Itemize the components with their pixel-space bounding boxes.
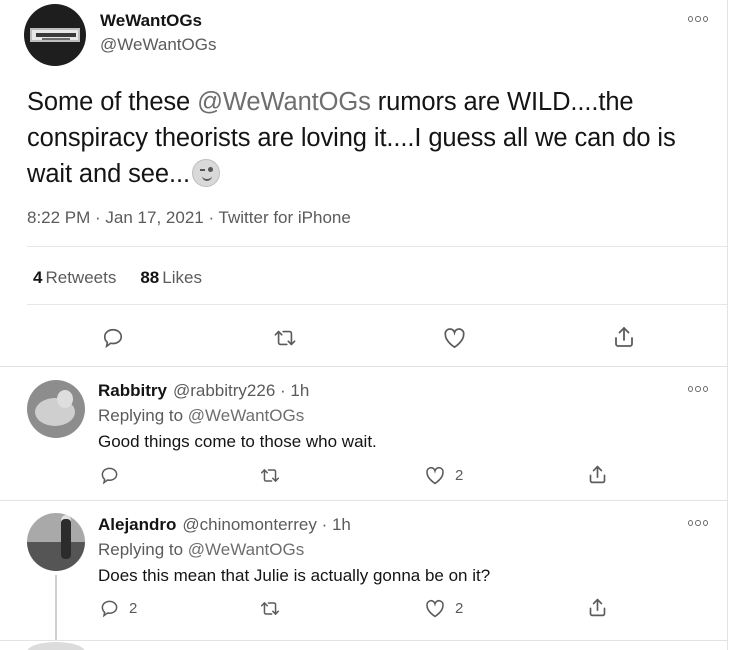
retweet-icon <box>260 602 280 615</box>
winking-face-icon <box>191 159 220 187</box>
author-handle[interactable]: @chinomonterrey <box>182 515 316 534</box>
likes-stat[interactable]: 88 Likes <box>140 268 202 288</box>
mention-link[interactable]: @WeWantOGs <box>188 540 304 559</box>
retweet-button[interactable] <box>259 599 281 618</box>
logo-icon <box>30 28 80 42</box>
divider <box>0 640 727 641</box>
divider <box>27 246 727 247</box>
tweet-timestamp[interactable]: 8:22 PM · Jan 17, 2021 <box>27 208 204 227</box>
reply-icon <box>103 328 123 349</box>
divider <box>0 366 727 367</box>
heart-icon <box>444 328 465 349</box>
share-icon <box>615 327 633 347</box>
reply-icon <box>101 600 118 618</box>
reply-time[interactable]: · 1h <box>280 381 309 400</box>
retweets-count: 4 <box>33 268 43 287</box>
retweets-stat[interactable]: 4 Retweets <box>33 268 116 288</box>
replying-to: Replying to @WeWantOGs <box>98 540 304 560</box>
reply-time[interactable]: · 1h <box>322 515 351 534</box>
replying-prefix: Replying to <box>98 406 188 425</box>
share-button[interactable] <box>587 597 608 618</box>
heart-icon <box>426 466 444 485</box>
like-count: 2 <box>455 467 464 484</box>
author-handle[interactable]: @rabbitry226 <box>173 381 275 400</box>
reply-button[interactable] <box>100 466 129 485</box>
heart-icon <box>426 599 444 618</box>
replying-prefix: Replying to <box>98 540 188 559</box>
author-name[interactable]: WeWantOGs <box>100 11 202 31</box>
reply-count: 2 <box>129 600 138 617</box>
divider <box>0 500 727 501</box>
author-name[interactable]: Rabbitry <box>98 381 167 400</box>
likes-count: 88 <box>140 268 160 287</box>
avatar[interactable] <box>24 4 86 66</box>
avatar[interactable] <box>27 513 85 571</box>
reply-header: Rabbitry @rabbitry226 · 1h <box>98 381 309 401</box>
like-count: 2 <box>455 600 464 617</box>
more-options-icon[interactable] <box>688 16 708 24</box>
author-name[interactable]: Alejandro <box>98 515 176 534</box>
reply-header: Alejandro @chinomonterrey · 1h <box>98 515 351 535</box>
author-handle[interactable]: @WeWantOGs <box>100 35 216 55</box>
engagement-stats: 4 Retweets 88 Likes <box>33 268 202 288</box>
share-icon <box>589 598 606 617</box>
mention-link[interactable]: @WeWantOGs <box>197 88 371 116</box>
divider <box>27 304 727 305</box>
retweet-icon <box>274 330 296 346</box>
reply-button[interactable]: 2 <box>100 599 137 618</box>
thread-connector <box>55 575 57 640</box>
retweet-icon <box>260 469 280 482</box>
like-button[interactable]: 2 <box>425 599 463 618</box>
share-icon <box>589 465 606 484</box>
share-button[interactable] <box>587 464 608 485</box>
mention-link[interactable]: @WeWantOGs <box>188 406 304 425</box>
reply-text: Good things come to those who wait. <box>98 432 377 451</box>
tweet-thread: WeWantOGs @WeWantOGs Some of these @WeWa… <box>0 0 728 650</box>
reply-button[interactable] <box>102 327 124 349</box>
replying-to: Replying to @WeWantOGs <box>98 406 304 426</box>
more-options-icon[interactable] <box>688 386 708 394</box>
tweet-text: Some of these @WeWantOGs rumors are WILD… <box>27 84 722 192</box>
likes-label: Likes <box>162 268 202 287</box>
retweets-label: Retweets <box>45 268 117 287</box>
retweet-button[interactable] <box>273 327 297 349</box>
tweet-meta: 8:22 PM · Jan 17, 2021 · Twitter for iPh… <box>27 208 351 227</box>
share-button[interactable] <box>612 325 636 349</box>
tweet-text-start: Some of these <box>27 88 198 116</box>
retweet-button[interactable] <box>259 466 281 485</box>
avatar[interactable] <box>27 380 85 438</box>
like-button[interactable]: 2 <box>425 466 463 485</box>
more-options-icon[interactable] <box>688 520 708 528</box>
reply-icon <box>101 467 118 485</box>
like-button[interactable] <box>443 327 466 349</box>
tweet-source[interactable]: Twitter for iPhone <box>219 208 351 227</box>
avatar[interactable] <box>27 642 85 650</box>
reply-text: Does this mean that Julie is actually go… <box>98 566 491 585</box>
